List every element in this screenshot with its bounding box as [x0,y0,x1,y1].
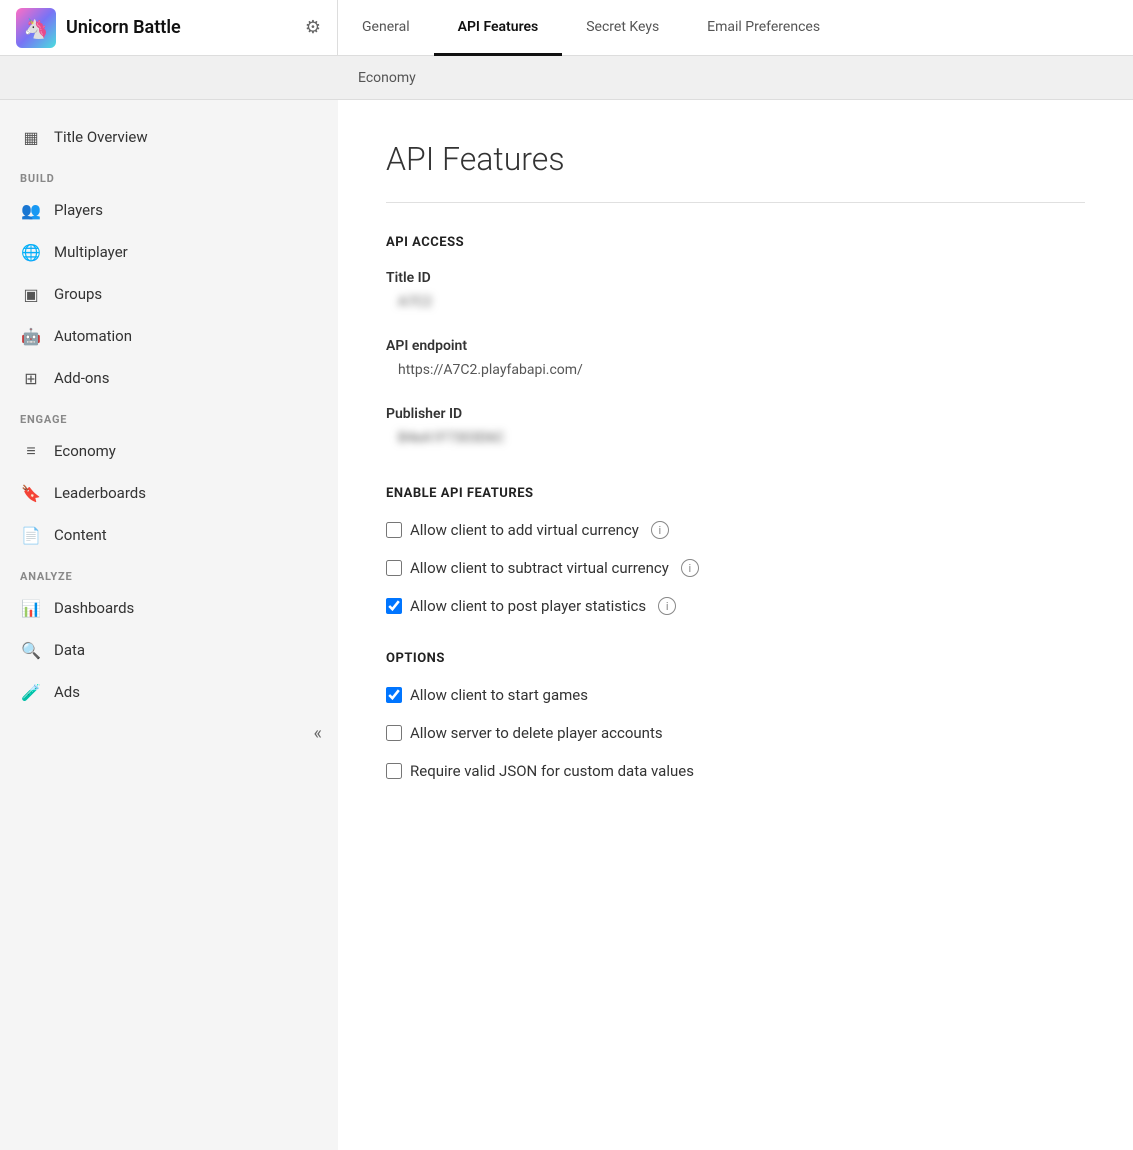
api-access-title: API ACCESS [386,235,1085,250]
enable-api-section: ENABLE API FEATURES Allow client to add … [386,486,1085,615]
tab-secret-keys[interactable]: Secret Keys [562,1,683,56]
info-icon-add-virtual-currency[interactable]: i [651,521,669,539]
economy-icon: ≡ [20,440,42,462]
title-id-value: A7C2 [386,290,1085,314]
enable-api-title: ENABLE API FEATURES [386,486,1085,501]
ads-icon: 🧪 [20,681,42,703]
checkbox-post-player-stats[interactable] [386,598,402,614]
sidebar-label-automation: Automation [54,327,132,345]
sidebar-label-content: Content [54,526,107,544]
title-id-group: Title ID A7C2 [386,270,1085,314]
tab-api-features[interactable]: API Features [434,1,563,56]
option-start-games: Allow client to start games [386,686,1085,704]
multiplayer-icon: 🌐 [20,241,42,263]
sidebar-item-dashboards[interactable]: 📊 Dashboards [0,587,338,629]
feature-add-virtual-currency: Allow client to add virtual currency i [386,521,1085,539]
api-endpoint-label: API endpoint [386,338,1085,354]
content-icon: 📄 [20,524,42,546]
add-ons-icon: ⊞ [20,367,42,389]
feature-post-player-stats: Allow client to post player statistics i [386,597,1085,615]
page-title: API Features [386,140,1085,178]
feature-subtract-virtual-currency: Allow client to subtract virtual currenc… [386,559,1085,577]
api-access-section: API ACCESS Title ID A7C2 API endpoint ht… [386,235,1085,450]
info-icon-subtract-virtual-currency[interactable]: i [681,559,699,577]
checkbox-option-start-games[interactable] [386,687,402,703]
sidebar-label-title-overview: Title Overview [54,128,148,146]
sidebar-label-dashboards: Dashboards [54,599,134,617]
sidebar-item-groups[interactable]: ▣ Groups [0,273,338,315]
options-title: OPTIONS [386,651,1085,666]
sidebar-item-title-overview[interactable]: ▦ Title Overview [0,116,338,158]
sidebar-item-leaderboards[interactable]: 🔖 Leaderboards [0,472,338,514]
sidebar: ▦ Title Overview BUILD 👥 Players 🌐 Multiplay… [0,100,338,1150]
sidebar-label-leaderboards: Leaderboards [54,484,146,502]
checkbox-subtract-virtual-currency[interactable] [386,560,402,576]
chart-icon: ▦ [20,126,42,148]
sidebar-label-players: Players [54,201,103,219]
sidebar-section-analyze: ANALYZE [0,556,338,587]
api-endpoint-value: https://A7C2.playfabapi.com/ [386,358,1085,382]
checkbox-add-virtual-currency[interactable] [386,522,402,538]
automation-icon: 🤖 [20,325,42,347]
brand-section: 🦄 Unicorn Battle ⚙ [0,0,338,55]
sidebar-item-data[interactable]: 🔍 Data [0,629,338,671]
sidebar-label-add-ons: Add-ons [54,369,109,387]
sidebar-item-multiplayer[interactable]: 🌐 Multiplayer [0,231,338,273]
label-subtract-virtual-currency: Allow client to subtract virtual currenc… [410,559,669,577]
label-add-virtual-currency: Allow client to add virtual currency [410,521,639,539]
sub-navigation: Economy [0,56,1133,100]
sub-tab-economy[interactable]: Economy [338,56,436,99]
data-icon: 🔍 [20,639,42,661]
tab-general[interactable]: General [338,1,434,56]
content-area: API Features API ACCESS Title ID A7C2 AP… [338,100,1133,1150]
info-icon-post-player-stats[interactable]: i [658,597,676,615]
sidebar-item-economy[interactable]: ≡ Economy [0,430,338,472]
tab-email-preferences[interactable]: Email Preferences [683,1,844,56]
sidebar-label-multiplayer: Multiplayer [54,243,128,261]
main-layout: ▦ Title Overview BUILD 👥 Players 🌐 Multiplay… [0,100,1133,1150]
players-icon: 👥 [20,199,42,221]
sidebar-label-economy: Economy [54,442,116,460]
sidebar-section-build: BUILD [0,158,338,189]
dashboards-icon: 📊 [20,597,42,619]
sidebar-item-add-ons[interactable]: ⊞ Add-ons [0,357,338,399]
publisher-id-label: Publisher ID [386,406,1085,422]
top-navigation: 🦄 Unicorn Battle ⚙ GeneralAPI FeaturesSe… [0,0,1133,56]
option-valid-json: Require valid JSON for custom data value… [386,762,1085,780]
checkbox-option-valid-json[interactable] [386,763,402,779]
publisher-id-value: B4eA1F7303D6C [386,426,1085,450]
sidebar-item-players[interactable]: 👥 Players [0,189,338,231]
content-divider [386,202,1085,203]
sidebar-item-automation[interactable]: 🤖 Automation [0,315,338,357]
leaderboards-icon: 🔖 [20,482,42,504]
checkbox-option-delete-accounts[interactable] [386,725,402,741]
groups-icon: ▣ [20,283,42,305]
title-id-label: Title ID [386,270,1085,286]
options-list: Allow client to start games Allow server … [386,686,1085,780]
label-post-player-stats: Allow client to post player statistics [410,597,646,615]
sidebar-label-groups: Groups [54,285,102,303]
publisher-id-group: Publisher ID B4eA1F7303D6C [386,406,1085,450]
brand-logo-icon: 🦄 [16,8,56,48]
enable-api-features-list: Allow client to add virtual currencyiAll… [386,521,1085,615]
sidebar-section-engage: ENGAGE [0,399,338,430]
label-option-delete-accounts: Allow server to delete player accounts [410,724,663,742]
option-delete-accounts: Allow server to delete player accounts [386,724,1085,742]
api-endpoint-group: API endpoint https://A7C2.playfabapi.com… [386,338,1085,382]
label-option-start-games: Allow client to start games [410,686,588,704]
collapse-icon[interactable]: « [314,723,322,744]
gear-icon[interactable]: ⚙ [305,17,321,38]
sidebar-label-ads: Ads [54,683,80,701]
label-option-valid-json: Require valid JSON for custom data value… [410,762,694,780]
sidebar-item-ads[interactable]: 🧪 Ads [0,671,338,713]
top-nav-tabs: GeneralAPI FeaturesSecret KeysEmail Pref… [338,0,844,55]
options-section: OPTIONS Allow client to start gamesAllow… [386,651,1085,780]
sidebar-label-data: Data [54,641,85,659]
brand-title: Unicorn Battle [66,17,181,38]
sidebar-item-content[interactable]: 📄 Content [0,514,338,556]
